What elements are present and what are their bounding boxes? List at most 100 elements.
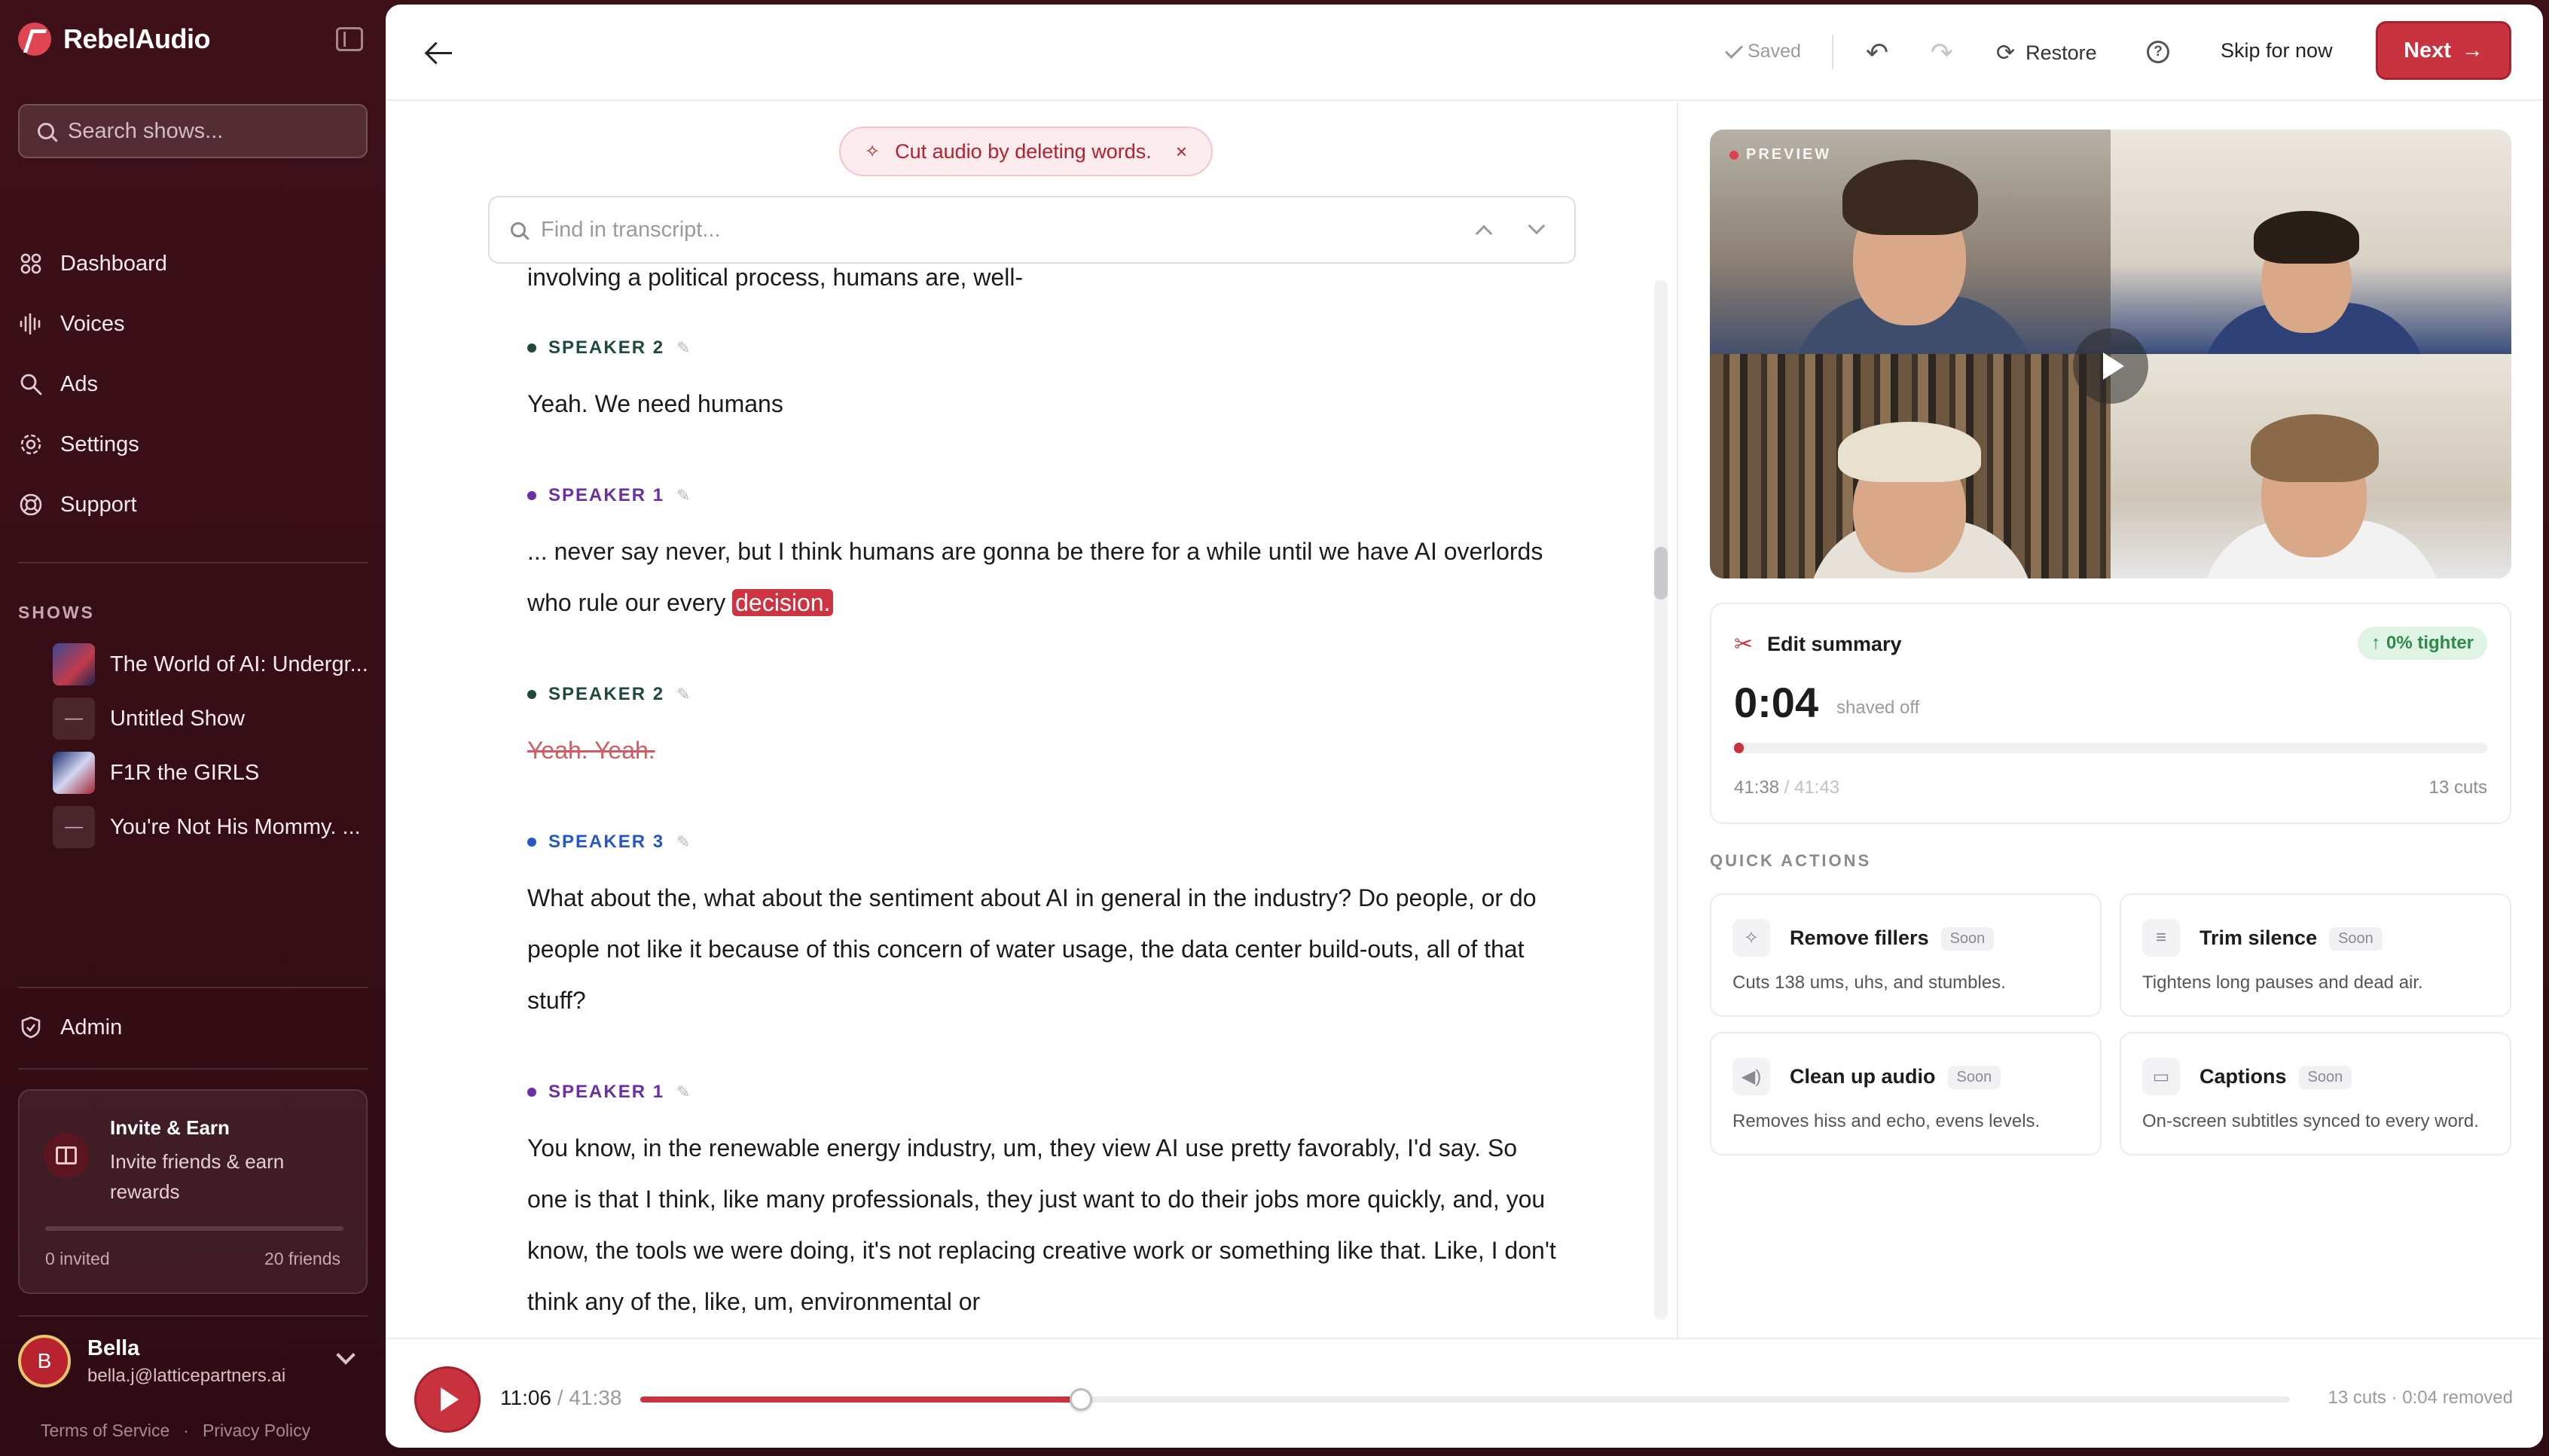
play-button[interactable]: [414, 1366, 481, 1433]
quick-action-description: On-screen subtitles synced to every word…: [2142, 1111, 2479, 1131]
video-tile: [1710, 354, 2111, 578]
sidebar-divider: [18, 562, 368, 563]
speaker-label[interactable]: SPEAKER 2 ✎: [527, 337, 1559, 359]
redo-icon[interactable]: ↷: [1928, 39, 1955, 66]
sidebar-item-support[interactable]: Support: [18, 475, 368, 535]
sidebar-item-label: Admin: [60, 1015, 123, 1039]
transcript-search-input[interactable]: [539, 216, 1443, 243]
pencil-icon[interactable]: ✎: [676, 338, 690, 358]
privacy-link[interactable]: Privacy Policy: [203, 1421, 310, 1441]
invite-card[interactable]: Invite & Earn Invite friends & earn rewa…: [18, 1089, 368, 1294]
pencil-icon[interactable]: ✎: [676, 832, 690, 852]
collapse-sidebar-icon[interactable]: [336, 27, 363, 51]
rebelaudio-logo-icon: [18, 23, 51, 56]
transcript-block: SPEAKER 1 ✎ You know, in the renewable e…: [527, 1082, 1559, 1327]
video-tile: [2111, 130, 2511, 354]
scrubber-handle[interactable]: [1069, 1388, 1092, 1411]
show-item[interactable]: F1R the GIRLS: [53, 746, 377, 800]
selected-word[interactable]: decision.: [732, 589, 834, 616]
current-time: 11:06: [500, 1386, 551, 1409]
user-menu[interactable]: B Bella bella.j@latticepartners.ai: [18, 1330, 368, 1392]
speaker-name: SPEAKER 1: [548, 485, 665, 505]
sidebar-item-admin[interactable]: Admin: [18, 1006, 122, 1049]
undo-icon[interactable]: ↶: [1864, 39, 1891, 66]
show-artwork: [53, 752, 95, 794]
restore-label: Restore: [2025, 41, 2097, 64]
show-item[interactable]: — You're Not His Mommy. ...: [53, 800, 377, 854]
deleted-transcript-text[interactable]: Yeah. Yeah.: [527, 725, 1559, 776]
scissors-icon: ✂: [1734, 632, 1754, 657]
show-item[interactable]: — Untitled Show: [53, 691, 377, 746]
gift-icon: [44, 1133, 89, 1178]
sidebar-item-label: Support: [60, 492, 137, 517]
transcript-words[interactable]: ... never say never, but I think humans …: [527, 538, 1543, 616]
pencil-icon[interactable]: ✎: [676, 685, 690, 704]
speaker-label[interactable]: SPEAKER 1 ✎: [527, 485, 1559, 506]
playback-scrubber[interactable]: [640, 1388, 2290, 1411]
lifebuoy-icon: [18, 492, 44, 517]
shows-section-label: SHOWS: [18, 603, 95, 622]
transcript-text[interactable]: You know, in the renewable energy indust…: [527, 1122, 1559, 1327]
speaker-label[interactable]: SPEAKER 2 ✎: [527, 684, 1559, 705]
edit-hint-text: Cut audio by deleting words.: [895, 139, 1152, 163]
pencil-icon[interactable]: ✎: [676, 486, 690, 505]
play-video-icon[interactable]: [2073, 328, 2148, 404]
sidebar-item-dashboard[interactable]: Dashboard: [18, 234, 368, 294]
speaker-label[interactable]: SPEAKER 1 ✎: [527, 1082, 1559, 1103]
video-preview[interactable]: PREVIEW: [1710, 130, 2511, 578]
quick-action-name: Trim silence: [2199, 926, 2318, 949]
speaker-label[interactable]: SPEAKER 3 ✎: [527, 832, 1559, 853]
restore-button[interactable]: ⟳ Restore: [1996, 36, 2097, 69]
quick-action-name: Remove fillers: [1790, 926, 1929, 949]
clean-up-audio-card[interactable]: ◀) Clean up audio Soon Removes hiss and e…: [1710, 1032, 2102, 1155]
show-search-input[interactable]: [66, 118, 353, 145]
terms-link[interactable]: Terms of Service: [41, 1421, 169, 1441]
captions-card[interactable]: ▭ Captions Soon On-screen subtitles synce…: [2120, 1032, 2511, 1155]
quick-action-description: Removes hiss and echo, evens levels.: [1732, 1111, 2041, 1131]
back-arrow-icon[interactable]: [425, 39, 455, 66]
gear-icon: [18, 432, 44, 457]
transcript-text[interactable]: involving a political process, humans ar…: [527, 264, 1559, 303]
cuts-count: 13 cuts: [2428, 777, 2487, 798]
quick-action-title: Clean up audio Soon: [1790, 1065, 2001, 1090]
next-button[interactable]: Next →: [2376, 21, 2511, 80]
transcript-text[interactable]: Yeah. We need humans: [527, 378, 1559, 429]
sidebar-item-settings[interactable]: Settings: [18, 414, 368, 475]
chevron-up-icon[interactable]: [1475, 224, 1493, 243]
quick-action-title: Remove fillers Soon: [1790, 926, 1995, 951]
summary-progress-fill: [1734, 743, 1744, 753]
transcript-text[interactable]: What about the, what about the sentiment…: [527, 872, 1559, 1026]
arrow-up-icon: ↑: [2370, 633, 2380, 653]
pencil-icon[interactable]: ✎: [676, 1082, 690, 1102]
close-icon[interactable]: ×: [1176, 140, 1187, 163]
sidebar-divider: [18, 1315, 368, 1317]
chevron-down-icon[interactable]: [1528, 217, 1546, 235]
show-item[interactable]: The World of AI: Undergr...: [53, 637, 377, 691]
edit-hint-pill: ✧ Cut audio by deleting words. ×: [839, 127, 1213, 176]
edit-summary-title: Edit summary: [1767, 633, 1902, 655]
transcript-block: SPEAKER 2 ✎ Yeah. We need humans: [527, 337, 1559, 429]
scrollbar-thumb[interactable]: [1654, 547, 1668, 600]
transcript-scrollbar[interactable]: [1654, 280, 1668, 1320]
sidebar-item-label: Settings: [60, 432, 139, 456]
sidebar-item-ads[interactable]: Ads: [18, 354, 368, 414]
soon-badge: Soon: [1940, 927, 1995, 951]
help-icon[interactable]: ?: [2147, 41, 2169, 63]
avatar: B: [18, 1335, 71, 1387]
sliders-icon: ≡: [2142, 919, 2180, 957]
transcript-text[interactable]: ... never say never, but I think humans …: [527, 526, 1559, 628]
skip-button[interactable]: Skip for now: [2221, 39, 2333, 63]
dashboard-icon: [18, 251, 44, 276]
brand[interactable]: RebelAudio: [18, 21, 211, 57]
transcript-scroll-area[interactable]: involving a political process, humans ar…: [386, 264, 1678, 1338]
show-title: The World of AI: Undergr...: [110, 652, 368, 676]
transcript-panel: ✧ Cut audio by deleting words. × involvi…: [386, 102, 1678, 1338]
remove-fillers-card[interactable]: ✧ Remove fillers Soon Cuts 138 ums, uhs, …: [1710, 893, 2102, 1017]
transcript-block: SPEAKER 3 ✎ What about the, what about t…: [527, 832, 1559, 1026]
trim-silence-card[interactable]: ≡ Trim silence Soon Tightens long pauses …: [2120, 893, 2511, 1017]
sidebar-item-voices[interactable]: Voices: [18, 294, 368, 354]
shield-icon: [18, 1015, 44, 1040]
refresh-icon: ⟳: [1996, 40, 2016, 66]
saved-status: Saved: [1724, 40, 1801, 63]
right-panel: PREVIEW ✂ Edit summary ↑ 0% tighter 0:04…: [1710, 130, 2511, 1155]
